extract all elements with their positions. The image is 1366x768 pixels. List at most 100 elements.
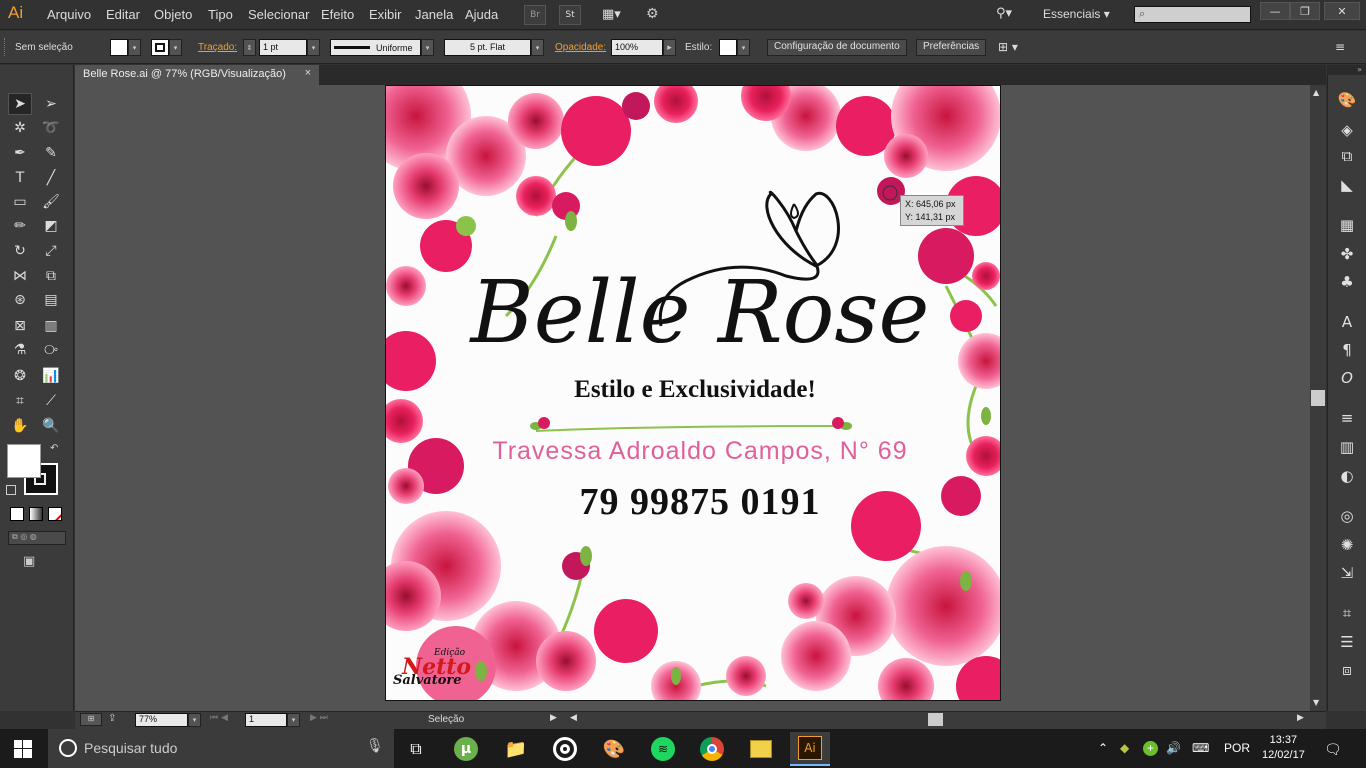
lasso-tool-icon[interactable]: ➰ [39,117,63,139]
asset-export-icon[interactable]: ⇲ [1337,563,1357,583]
swatches-panel-icon[interactable]: ▦ [1337,215,1357,235]
menu-ajuda[interactable]: Ajuda [465,7,498,22]
stroke-panel-icon[interactable]: ≡ [1337,408,1357,428]
zoom-dropdown[interactable]: ▾ [188,713,201,727]
paint-icon[interactable]: 🎨 [594,732,634,766]
brush-definition[interactable]: 5 pt. Flat [444,39,531,56]
vertical-scroll-thumb[interactable] [1311,390,1325,406]
close-window-button[interactable]: ✕ [1324,2,1360,20]
artboard-nav-icon[interactable]: ⊞ [80,713,102,726]
stroke-swatch[interactable] [151,39,169,56]
rotate-tool-icon[interactable]: ↻ [8,240,32,262]
menu-editar[interactable]: Editar [106,7,140,22]
tray-plus-icon[interactable]: + [1143,741,1158,756]
menu-selecionar[interactable]: Selecionar [248,7,309,22]
show-hidden-icons[interactable]: ⌃ [1098,741,1108,755]
profile-dropdown[interactable]: ▾ [421,39,434,56]
magic-wand-tool-icon[interactable]: ✲ [8,117,32,139]
opentype-panel-icon[interactable]: O [1337,368,1357,388]
zoom-tool-icon[interactable]: 🔍 [39,415,63,437]
artboards-panel-icon[interactable]: ⧉ [1337,146,1357,166]
first-page-icon[interactable]: ⏮ ◀ [210,713,228,723]
sync-icon[interactable]: ⚲▾ [996,6,1012,21]
transparency-panel-icon[interactable]: ◐ [1337,466,1357,486]
menu-efeito[interactable]: Efeito [321,7,354,22]
taskbar-search-box[interactable]: Pesquisar tudo 🎙 [48,729,394,768]
style-swatch[interactable] [719,39,737,56]
gradient-panel-icon[interactable]: ▥ [1337,437,1357,457]
width-tool-icon[interactable]: ⋈ [8,265,32,287]
brush-dropdown[interactable]: ▾ [531,39,544,56]
page-input[interactable]: 1 [245,713,287,727]
windows-start-icon[interactable] [14,740,32,758]
menu-exibir[interactable]: Exibir [369,7,402,22]
transform-panel-icon[interactable]: ⌗ [1337,603,1357,623]
default-colors-icon[interactable] [6,485,16,495]
scroll-down-icon[interactable]: ▼ [1313,698,1319,707]
utorrent-icon[interactable]: µ [446,732,486,766]
clock[interactable]: 13:37 12/02/17 [1262,733,1305,763]
gradient-tool-icon[interactable]: ▥ [39,315,63,337]
stroke-weight-input[interactable]: 1 pt [259,39,307,56]
arrange-documents-icon[interactable]: ▦▾ [602,7,628,23]
color-panel-icon[interactable]: 🎨 [1337,90,1357,110]
mesh-tool-icon[interactable]: ⊠ [8,315,32,337]
chrome-icon[interactable] [692,732,732,766]
opacity-label[interactable]: Opacidade: [555,42,606,53]
symbols-panel-icon[interactable]: ♣ [1337,272,1357,292]
pathfinder-panel-icon[interactable]: ⧈ [1337,660,1357,680]
variable-width-profile[interactable]: Uniforme [330,39,421,56]
close-tab-icon[interactable]: × [305,67,311,79]
opacity-input[interactable]: 100% [611,39,663,56]
gpu-performance-icon[interactable]: ⚙ [646,6,659,22]
horizontal-scroll-thumb[interactable] [928,713,943,726]
graphic-styles-icon[interactable]: ✺ [1337,535,1357,555]
keyboard-icon[interactable]: ⌨ [1192,741,1209,755]
eyedropper-tool-icon[interactable]: ⚗ [8,339,32,361]
symbol-sprayer-tool-icon[interactable]: ❂ [8,365,32,387]
menu-janela[interactable]: Janela [415,7,453,22]
last-page-icon[interactable]: ▶ ⏭ [310,713,328,723]
scroll-up-icon[interactable]: ▲ [1313,88,1319,97]
color-mode-icon[interactable] [10,507,24,521]
notes-icon[interactable] [741,732,781,766]
file-explorer-icon[interactable]: 📁 [496,732,536,766]
page-dropdown[interactable]: ▾ [287,713,300,727]
fill-swatch[interactable] [110,39,128,56]
bridge-button[interactable]: Br [524,5,546,25]
scroll-right-icon[interactable]: ▶ [1297,713,1304,723]
curvature-tool-icon[interactable]: ✎ [39,142,63,164]
document-tab[interactable]: Belle Rose.ai @ 77% (RGB/Visualização) × [75,65,319,85]
screen-mode-icon[interactable]: ▣ [23,554,35,569]
menu-tipo[interactable]: Tipo [208,7,233,22]
workspace-switcher[interactable]: Essenciais ▾ [1043,7,1110,21]
color-guide-icon[interactable]: ◣ [1337,175,1357,195]
scroll-left-icon[interactable]: ◀ [570,713,577,723]
status-menu-arrow[interactable]: ▶ [550,713,557,723]
pen-tool-icon[interactable]: ✒ [8,142,32,164]
fill-color-box[interactable] [7,444,41,478]
panel-menu-icon[interactable]: ≡ [1335,40,1345,54]
eraser-tool-icon[interactable]: ◩ [39,215,63,237]
shape-builder-tool-icon[interactable]: ⊛ [8,289,32,311]
line-tool-icon[interactable]: ╱ [39,167,63,189]
appearance-panel-icon[interactable]: ◎ [1337,506,1357,526]
zoom-input[interactable]: 77% [135,713,188,727]
pencil-tool-icon[interactable]: ✏ [8,215,32,237]
preferences-button[interactable]: Preferências [916,39,987,56]
stroke-stepper[interactable]: ⇕ [243,39,256,56]
app-target-icon[interactable] [545,732,585,766]
blend-tool-icon[interactable]: ⧂ [39,339,63,361]
swap-colors-icon[interactable]: ↶ [50,443,58,454]
none-mode-icon[interactable] [48,507,62,521]
perspective-grid-tool-icon[interactable]: ▤ [39,289,63,311]
stock-button[interactable]: St [559,5,581,25]
paintbrush-tool-icon[interactable]: 🖌 [39,191,63,213]
slice-tool-icon[interactable]: ⟋ [39,390,63,412]
action-center-icon[interactable]: 🗨 [1324,741,1342,758]
rectangle-tool-icon[interactable]: ▭ [8,191,32,213]
gradient-mode-icon[interactable] [29,507,43,521]
language-indicator[interactable]: POR [1224,741,1250,755]
current-tool-status[interactable]: Seleção [428,714,464,725]
draw-mode-icons[interactable]: ⧉ ◎ ◍ [8,531,66,545]
